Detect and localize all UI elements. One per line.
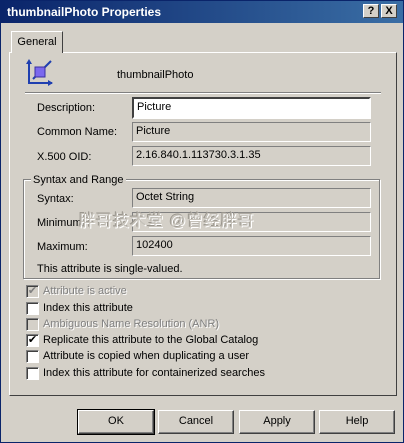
syntax-value: Octet String [136, 191, 195, 203]
attribute-name: thumbnailPhoto [117, 69, 194, 81]
description-label: Description: [37, 102, 96, 114]
index-attribute-label: Index this attribute [43, 302, 133, 314]
single-valued-note: This attribute is single-valued. [37, 263, 183, 275]
common-name-field[interactable]: Picture [132, 122, 371, 142]
replicate-gc-checkbox[interactable]: ✔ [26, 334, 39, 347]
attribute-active-label: Attribute is active [43, 285, 127, 297]
copy-on-duplicate-checkbox[interactable] [26, 350, 39, 363]
attribute-active-checkbox[interactable]: ✔ [26, 285, 39, 298]
oid-label: X.500 OID: [37, 151, 92, 163]
syntax-label: Syntax: [37, 193, 74, 205]
description-input[interactable]: Picture [132, 97, 371, 119]
apply-button[interactable]: Apply [239, 410, 315, 434]
replicate-gc-label: Replicate this attribute to the Global C… [43, 334, 259, 346]
properties-dialog: thumbnailPhoto Properties ? X General th… [0, 0, 404, 443]
title-bar[interactable]: thumbnailPhoto Properties ? X [1, 1, 403, 23]
maximum-field[interactable]: 102400 [132, 236, 371, 256]
oid-value: 2.16.840.1.113730.3.1.35 [136, 149, 261, 161]
watermark: 胖哥技术堂 @曾经胖哥 [79, 213, 255, 230]
maximum-label: Maximum: [37, 241, 88, 253]
common-name-value: Picture [136, 125, 171, 137]
anr-label: Ambiguous Name Resolution (ANR) [43, 318, 220, 330]
copy-on-duplicate-label: Attribute is copied when duplicating a u… [43, 350, 250, 362]
oid-field[interactable]: 2.16.840.1.113730.3.1.35 [132, 146, 371, 166]
minimum-label: Minimum: [37, 217, 85, 229]
maximum-value: 102400 [136, 239, 173, 251]
containerized-index-checkbox[interactable] [26, 367, 39, 380]
attribute-icon [26, 59, 53, 86]
containerized-index-label: Index this attribute for containerized s… [43, 367, 265, 379]
help-title-button[interactable]: ? [363, 4, 379, 18]
header-separator [25, 92, 381, 94]
ok-button[interactable]: OK [77, 409, 155, 435]
tab-general-label: General [17, 36, 57, 48]
window-title: thumbnailPhoto Properties [7, 5, 162, 19]
syntax-field[interactable]: Octet String [132, 188, 371, 208]
common-name-label: Common Name: [37, 126, 118, 138]
tab-general[interactable]: General [11, 31, 63, 53]
index-attribute-checkbox[interactable] [26, 302, 39, 315]
close-icon[interactable]: X [381, 4, 397, 18]
anr-checkbox[interactable] [26, 318, 39, 331]
help-button[interactable]: Help [319, 410, 395, 434]
syntax-range-title: Syntax and Range [31, 174, 126, 186]
description-value: Picture [137, 101, 172, 113]
cancel-button[interactable]: Cancel [158, 410, 234, 434]
